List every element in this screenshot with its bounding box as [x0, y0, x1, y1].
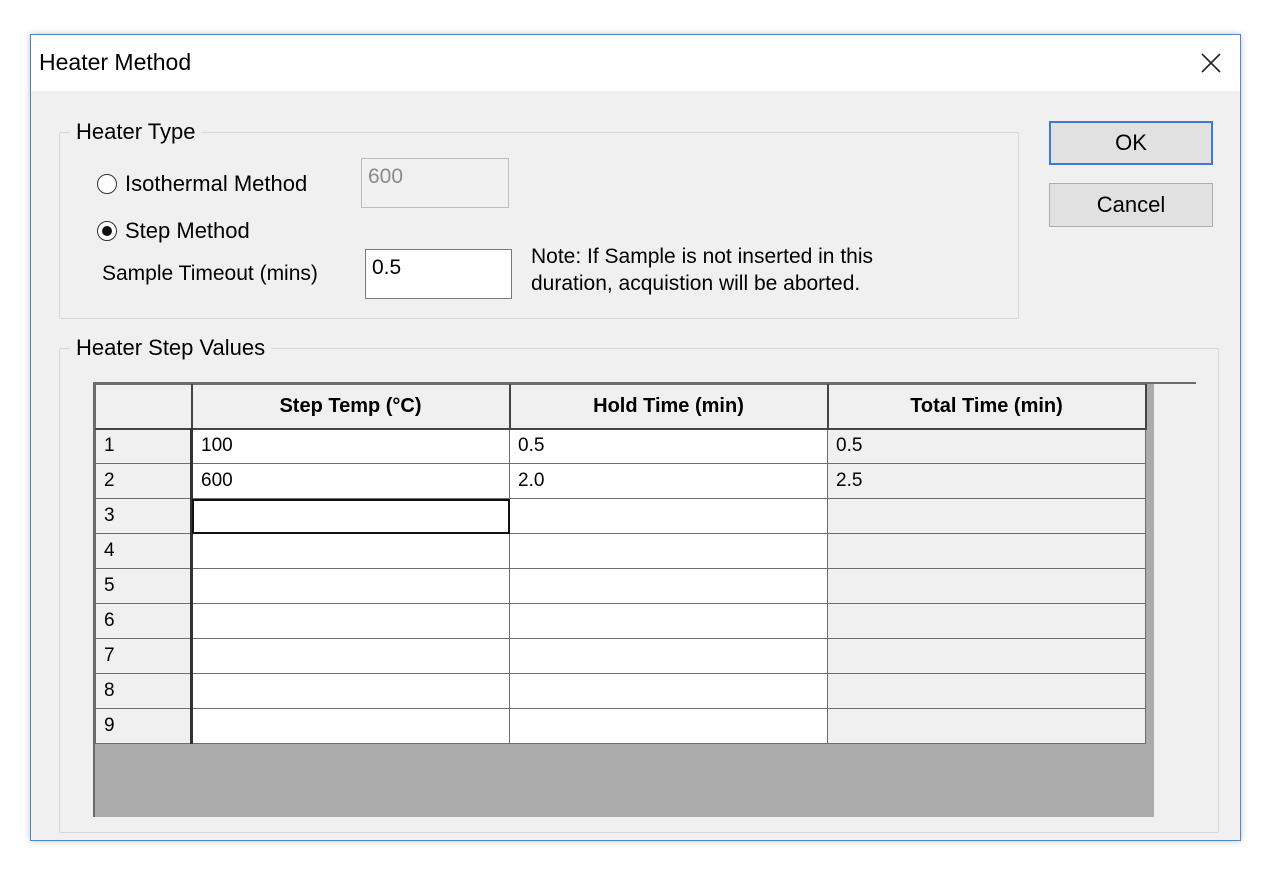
step-values-grid[interactable]: Step Temp (°C) Hold Time (min) Total Time …	[93, 382, 1196, 817]
hold-time-cell[interactable]: 0.5	[509, 428, 828, 464]
row-header[interactable]: 7	[95, 638, 193, 674]
step-radio-row[interactable]: Step Method	[97, 218, 250, 244]
total-time-cell	[827, 673, 1146, 709]
table-header-row: Step Temp (°C) Hold Time (min) Total Time …	[95, 384, 1147, 430]
row-header[interactable]: 4	[95, 533, 193, 569]
row-header[interactable]: 2	[95, 463, 193, 499]
step-temp-cell[interactable]	[191, 603, 510, 639]
close-button[interactable]	[1182, 35, 1240, 91]
note-line-1: Note: If Sample is not inserted in this	[531, 245, 873, 268]
timeout-input[interactable]: 0.5	[365, 249, 512, 299]
isothermal-radio-row[interactable]: Isothermal Method	[97, 171, 307, 197]
step-temp-cell[interactable]	[191, 708, 510, 744]
step-radio[interactable]	[97, 221, 117, 241]
window-title: Heater Method	[39, 49, 192, 75]
total-time-cell: 0.5	[827, 428, 1146, 464]
corner-header	[95, 384, 193, 430]
total-time-cell	[827, 568, 1146, 604]
isothermal-radio[interactable]	[97, 174, 117, 194]
total-time-cell	[827, 638, 1146, 674]
step-temp-cell[interactable]	[191, 498, 510, 534]
step-temp-cell[interactable]: 600	[191, 463, 510, 499]
close-icon	[1201, 53, 1221, 73]
step-label: Step Method	[125, 218, 250, 243]
step-temp-cell[interactable]	[191, 533, 510, 569]
column-header[interactable]: Hold Time (min)	[509, 384, 829, 430]
step-table[interactable]: Step Temp (°C) Hold Time (min) Total Time …	[95, 384, 1147, 744]
hold-time-cell[interactable]	[509, 638, 828, 674]
timeout-label: Sample Timeout (mins)	[102, 262, 318, 285]
total-time-cell: 2.5	[827, 463, 1146, 499]
step-temp-cell[interactable]	[191, 638, 510, 674]
step-values-legend: Heater Step Values	[76, 335, 266, 360]
hold-time-cell[interactable]	[509, 498, 828, 534]
isothermal-temp-input: 600	[361, 158, 509, 208]
column-header[interactable]: Total Time (min)	[827, 384, 1147, 430]
table-row[interactable]: 5	[95, 568, 1146, 604]
radio-selected-dot	[102, 226, 112, 236]
table-row[interactable]: 1 100 0.5 0.5	[95, 428, 1146, 464]
title-bar: Heater Method	[31, 35, 1240, 91]
row-header[interactable]: 6	[95, 603, 193, 639]
table-row[interactable]: 6	[95, 603, 1146, 639]
row-header[interactable]: 5	[95, 568, 193, 604]
table-row[interactable]: 7	[95, 638, 1146, 674]
table-row[interactable]: 8	[95, 673, 1146, 709]
hold-time-cell[interactable]	[509, 603, 828, 639]
table-row[interactable]: 2 600 2.0 2.5	[95, 463, 1146, 499]
total-time-cell	[827, 533, 1146, 569]
table-row[interactable]: 3	[95, 498, 1146, 534]
column-header[interactable]: Step Temp (°C)	[191, 384, 511, 430]
step-temp-cell[interactable]	[191, 673, 510, 709]
step-temp-cell[interactable]	[191, 568, 510, 604]
table-row[interactable]: 9	[95, 708, 1146, 744]
ok-button[interactable]: OK	[1049, 121, 1213, 165]
step-temp-cell[interactable]: 100	[191, 428, 510, 464]
isothermal-label: Isothermal Method	[125, 171, 308, 196]
cancel-button[interactable]: Cancel	[1049, 183, 1213, 227]
hold-time-cell[interactable]	[509, 568, 828, 604]
hold-time-cell[interactable]: 2.0	[509, 463, 828, 499]
hold-time-cell[interactable]	[509, 533, 828, 569]
timeout-note: Note: If Sample is not inserted in this …	[531, 243, 873, 297]
heater-method-dialog: Heater Method Heater Type Isothermal Met…	[30, 34, 1241, 841]
row-header[interactable]: 9	[95, 708, 193, 744]
table-row[interactable]: 4	[95, 533, 1146, 569]
row-header[interactable]: 3	[95, 498, 193, 534]
heater-type-legend: Heater Type	[76, 119, 196, 144]
total-time-cell	[827, 708, 1146, 744]
row-header[interactable]: 1	[95, 428, 193, 464]
total-time-cell	[827, 498, 1146, 534]
total-time-cell	[827, 603, 1146, 639]
hold-time-cell[interactable]	[509, 708, 828, 744]
row-header[interactable]: 8	[95, 673, 193, 709]
hold-time-cell[interactable]	[509, 673, 828, 709]
note-line-2: duration, acquistion will be aborted.	[531, 272, 861, 295]
